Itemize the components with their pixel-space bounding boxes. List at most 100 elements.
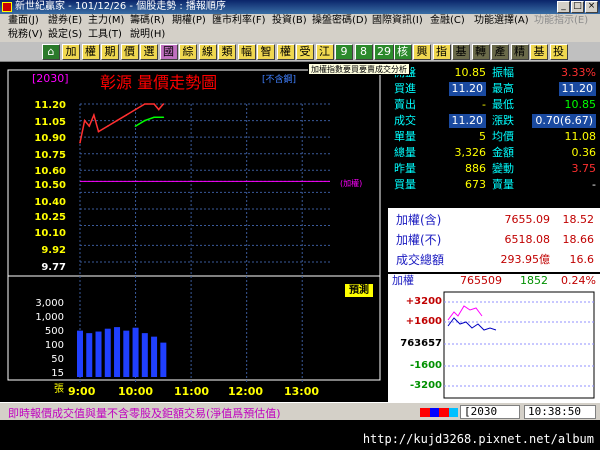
volume-bar (123, 330, 130, 377)
toolbar-button-9[interactable]: 幅 (237, 44, 256, 60)
price-tick: 10.75 (34, 150, 66, 161)
toolbar-button-17[interactable]: 核 (393, 44, 412, 60)
quote-label: 漲跌 (492, 114, 514, 127)
status-color-legend (420, 408, 458, 417)
menu-item-row2-0[interactable]: 稅務(V) (8, 28, 43, 42)
toolbar-button-12[interactable]: 受 (296, 44, 314, 60)
adjustment-tag[interactable]: [不含鋼] (262, 72, 296, 85)
toolbar-button-21[interactable]: 轉 (471, 44, 490, 60)
index-row[interactable]: 加權(含) 7655.09 18.52 (388, 210, 600, 230)
toolbar-button-2[interactable]: 期 (101, 44, 119, 60)
index-row[interactable]: 加權(不) 6518.08 18.66 (388, 230, 600, 250)
menu-bar: 畫面(J) 證券(E) 主力(M) 籌碼(R) 期權(P) 匯市利率(F) 投資(B) 操盤密… (0, 14, 600, 42)
toolbar-button-4[interactable]: 選 (140, 44, 158, 60)
toolbar-button-6[interactable]: 綜 (179, 44, 197, 60)
stock-code[interactable]: [2030] (32, 72, 69, 85)
minimize-button[interactable]: _ (557, 1, 570, 13)
volume-bar (77, 330, 83, 377)
quote-label: 變動 (492, 162, 514, 175)
quote-label: 買量 (394, 178, 416, 191)
toolbar-button-22[interactable]: 產 (491, 44, 509, 60)
price-tick: 10.10 (34, 228, 66, 239)
time-tick: 11:00 (174, 385, 210, 398)
forecast-button[interactable]: 預測 (345, 284, 373, 297)
toolbar-button-3[interactable]: 價 (120, 44, 139, 60)
toolbar-button-5[interactable]: 國 (159, 44, 178, 60)
volume-bar (151, 336, 158, 377)
mini-pct: 0.24% (561, 274, 596, 287)
menu-item-row2-3[interactable]: 說明(H) (130, 28, 165, 42)
toolbar-button-1[interactable]: 權 (81, 44, 100, 60)
menu-item-2[interactable]: 主力(M) (88, 14, 124, 28)
window-title: 新世紀贏家 - 101/12/26 - 個股走勢 : 播報順序 (15, 1, 226, 12)
menu-item-row2-2[interactable]: 工具(T) (88, 28, 122, 42)
menu-item-5[interactable]: 匯市利率(F) (212, 14, 266, 28)
weighted-index-label: (加權) (340, 179, 363, 188)
menu-item-8[interactable]: 國際資訊(I) (372, 14, 423, 28)
close-button[interactable]: × (585, 1, 598, 13)
series-point (162, 103, 165, 105)
quote-value: 11.20 (448, 82, 486, 96)
toolbar-button-19[interactable]: 指 (432, 44, 451, 60)
index-label: 加權(不) (396, 233, 442, 247)
quote-value: 673 (465, 178, 486, 191)
home-icon[interactable]: ⌂ (42, 44, 60, 60)
toolbar-button-18[interactable]: 興 (413, 44, 431, 60)
volume-tick: 100 (44, 340, 64, 351)
stock-code-box[interactable]: [2030 (460, 405, 520, 419)
menu-item-10[interactable]: 功能選擇(A) (474, 14, 529, 28)
toolbar-button-0[interactable]: 加 (62, 44, 80, 60)
toolbar-button-23[interactable]: 精 (510, 44, 529, 60)
series-point (153, 116, 155, 119)
menu-item-row2-1[interactable]: 設定(S) (48, 28, 82, 42)
quote-value: 886 (465, 162, 486, 175)
index-panel: 加權(含) 7655.09 18.52 加權(不) 6518.08 18.66 成交總額 29… (388, 206, 600, 272)
maximize-button[interactable]: □ (571, 1, 584, 13)
toolbar-button-11[interactable]: 權 (276, 44, 295, 60)
quote-value: 3.33% (561, 66, 596, 79)
index-value: 6518.08 (504, 233, 551, 246)
toolbar-button-14[interactable]: 9 (335, 44, 353, 60)
toolbar-button-8[interactable]: 類 (218, 44, 236, 60)
series-point (93, 114, 95, 116)
time-tick: 10:00 (118, 385, 154, 398)
quote-value: 0.70(6.67) (532, 114, 596, 128)
volume-tick: 500 (44, 326, 64, 337)
quote-label: 賣出 (394, 98, 416, 111)
quote-label: 買進 (394, 82, 416, 95)
toolbar-button-16[interactable]: 29 (374, 44, 394, 60)
menu-item-4[interactable]: 期權(P) (172, 14, 206, 28)
menu-item-11[interactable]: 功能指示(E) (534, 14, 588, 28)
app-icon[interactable] (2, 2, 12, 12)
menu-item-6[interactable]: 投資(B) (272, 14, 307, 28)
series-point (97, 130, 100, 133)
menu-item-7[interactable]: 操盤密碼(D) (312, 14, 368, 28)
menu-item-1[interactable]: 證券(E) (48, 14, 82, 28)
quote-label: 賣量 (492, 178, 514, 191)
quote-value: 0.36 (571, 146, 597, 159)
series-point (144, 119, 146, 122)
watermark: http://kujd3268.pixnet.net/album (362, 432, 594, 446)
toolbar-button-24[interactable]: 基 (530, 44, 548, 60)
toolbar-button-10[interactable]: 智 (257, 44, 275, 60)
series-point (157, 108, 160, 111)
toolbar-button-25[interactable]: 投 (549, 44, 568, 60)
mini-value: 765509 (460, 274, 502, 287)
toolbar-button-20[interactable]: 基 (452, 44, 470, 60)
menu-item-0[interactable]: 畫面(J) (8, 14, 39, 28)
toolbar-button-13[interactable]: 江 (315, 44, 334, 60)
toolbar-button-7[interactable]: 線 (198, 44, 217, 60)
volume-bar (104, 328, 111, 377)
volume-tick: 15 (51, 368, 64, 379)
status-text: 即時報價成交值與量不含零股及鉅額交易(淨值爲預估值) (8, 407, 281, 420)
index-mini-chart[interactable]: 加權 765509 1852 0.24% +3200 +1600 763657 -16… (388, 274, 600, 402)
price-tick: 10.40 (34, 197, 66, 208)
index-label: 加權(含) (396, 213, 442, 227)
quote-label: 單量 (394, 130, 416, 143)
menu-item-3[interactable]: 籌碼(R) (130, 14, 165, 28)
status-bar: 即時報價成交值與量不含零股及鉅額交易(淨值爲預估值) [2030 10:38:5… (0, 402, 600, 420)
price-tick: 10.60 (34, 166, 66, 177)
toolbar-button-15[interactable]: 8 (354, 44, 373, 60)
menu-item-9[interactable]: 金融(C) (430, 14, 465, 28)
index-row[interactable]: 成交總額 293.95億 16.6 (388, 250, 600, 270)
